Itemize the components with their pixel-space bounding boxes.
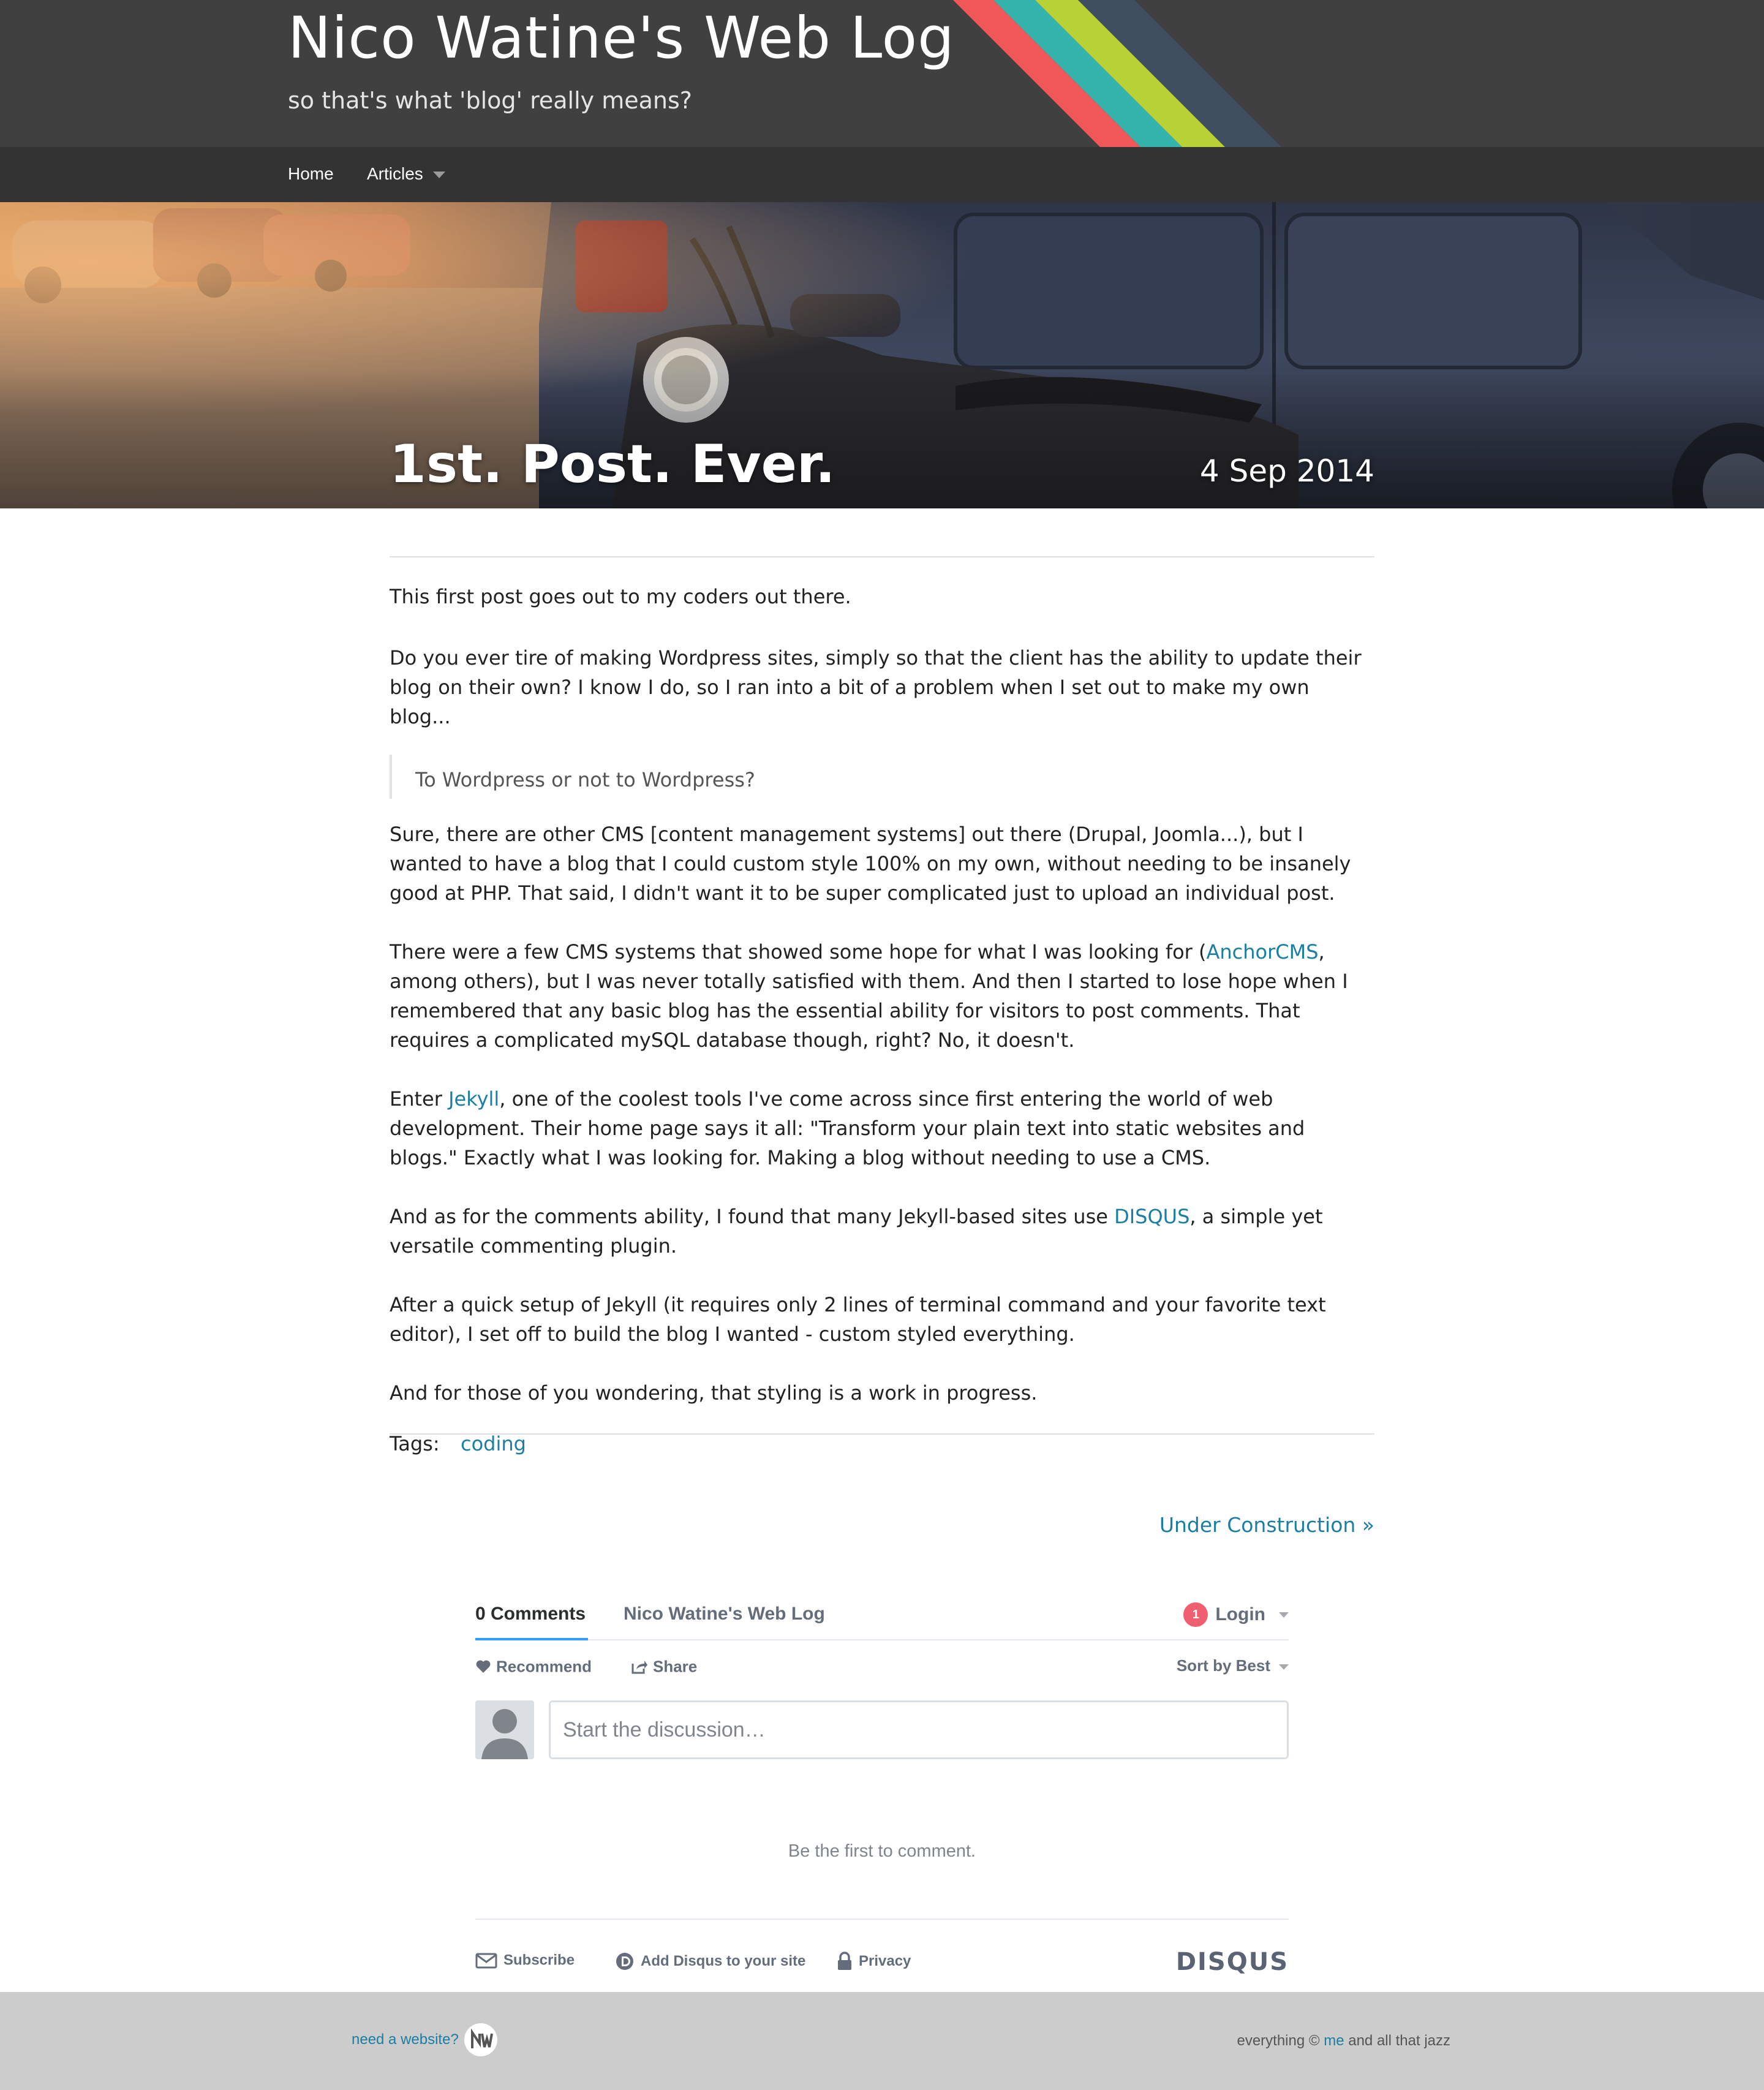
envelope-icon (475, 1953, 497, 1969)
share-button[interactable]: Share (631, 1656, 697, 1676)
disqus-link[interactable]: DISQUS (1114, 1205, 1189, 1228)
comment-input[interactable]: Start the discussion… (549, 1700, 1289, 1759)
divider (390, 556, 1374, 557)
nav-item-home[interactable]: Home (288, 164, 334, 184)
recommend-label: Recommend (496, 1657, 592, 1676)
paragraph: And for those of you wondering, that sty… (390, 1381, 1038, 1405)
next-post-link[interactable]: Under Construction » (1041, 1513, 1374, 1537)
add-disqus-label: Add Disqus to your site (641, 1953, 806, 1969)
login-label: Login (1215, 1604, 1265, 1624)
paragraph: There were a few CMS systems that showed… (390, 937, 1374, 1055)
hero-photo (0, 202, 1764, 508)
divider (390, 1433, 1374, 1435)
privacy-link[interactable]: Privacy (837, 1952, 911, 1972)
share-label: Share (653, 1657, 698, 1676)
notification-badge: 1 (1183, 1602, 1208, 1627)
recommend-button[interactable]: Recommend (475, 1656, 592, 1676)
active-tab-indicator (475, 1638, 588, 1640)
tab-community[interactable]: Nico Watine's Web Log (624, 1604, 825, 1624)
anchorcms-link[interactable]: AnchorCMS (1206, 940, 1318, 964)
jekyll-link[interactable]: Jekyll (448, 1087, 499, 1111)
paragraph-text: , one of the coolest tools I've come acr… (390, 1087, 1305, 1169)
share-icon (631, 1661, 647, 1674)
heart-icon (476, 1660, 491, 1673)
site-header: Nico Watine's Web Log so that's what 'bl… (0, 0, 1764, 147)
paragraph-text: There were a few CMS systems that showed… (390, 940, 1207, 964)
disqus-logo[interactable]: DISQUS (1176, 1948, 1289, 1976)
need-website-link[interactable]: need a website? (352, 2021, 499, 2058)
main-nav: Home Articles (0, 147, 1764, 202)
copyright-text: everything © me and all that jazz (1164, 2032, 1450, 2050)
paragraph-text: And as for the comments ability, I found… (390, 1205, 1115, 1228)
post-title: 1st. Post. Ever. (390, 434, 835, 495)
blockquote-text: To Wordpress or not to Wordpress? (415, 768, 755, 791)
user-avatar-icon (481, 1709, 528, 1759)
chevron-down-icon (1279, 1612, 1289, 1618)
post-body: This first post goes out to my coders ou… (390, 556, 1374, 1435)
site-footer: need a website? everything © me and all … (0, 1992, 1764, 2090)
disqus-comments: 0 Comments Nico Watine's Web Log 1 Login … (475, 1600, 1289, 1980)
chevron-down-icon (1279, 1664, 1289, 1670)
nw-logo-icon (464, 2023, 498, 2056)
post-tags: Tags: coding (390, 1432, 526, 1455)
chevron-down-icon (432, 172, 445, 179)
paragraph: Enter Jekyll, one of the coolest tools I… (390, 1084, 1374, 1172)
paragraph: Do you ever tire of making Wordpress sit… (390, 646, 1362, 728)
divider (475, 1639, 1289, 1640)
copyright-suffix: and all that jazz (1344, 2032, 1450, 2049)
comment-input-placeholder: Start the discussion… (563, 1718, 766, 1741)
divider (475, 1918, 1289, 1920)
login-menu[interactable]: 1 Login (1183, 1602, 1289, 1627)
paragraph: Sure, there are other CMS [content manag… (390, 823, 1351, 905)
post-date: 4 Sep 2014 (1199, 453, 1374, 489)
nav-item-home-label: Home (288, 164, 334, 183)
tab-comments[interactable]: 0 Comments (475, 1604, 586, 1624)
blockquote: To Wordpress or not to Wordpress? (390, 755, 1374, 799)
post-hero-image (0, 202, 1764, 508)
nav-item-articles[interactable]: Articles (367, 164, 445, 184)
paragraph: And as for the comments ability, I found… (390, 1202, 1374, 1261)
sort-dropdown[interactable]: Sort by Best (1177, 1656, 1289, 1675)
me-link[interactable]: me (1324, 2032, 1344, 2049)
paragraph: This first post goes out to my coders ou… (390, 585, 851, 608)
tag-link[interactable]: coding (461, 1432, 526, 1455)
site-tagline: so that's what 'blog' really means? (288, 87, 692, 114)
lock-icon (838, 1952, 851, 1970)
disqus-d-icon (616, 1953, 633, 1970)
nav-item-articles-label: Articles (367, 164, 423, 183)
paragraph-text: Enter (390, 1087, 449, 1111)
subscribe-label: Subscribe (503, 1952, 575, 1969)
avatar (475, 1700, 534, 1759)
empty-comments-message: Be the first to comment. (788, 1841, 976, 1861)
site-title[interactable]: Nico Watine's Web Log (288, 5, 955, 72)
sort-label: Sort by Best (1176, 1656, 1270, 1675)
subscribe-link[interactable]: Subscribe (475, 1952, 575, 1972)
add-disqus-link[interactable]: Add Disqus to your site (615, 1952, 805, 1972)
copyright-prefix: everything © (1237, 2032, 1324, 2049)
need-website-label: need a website? (352, 2031, 459, 2048)
privacy-label: Privacy (859, 1953, 911, 1969)
tags-label: Tags: (390, 1432, 440, 1455)
paragraph: After a quick setup of Jekyll (it requir… (390, 1293, 1326, 1346)
